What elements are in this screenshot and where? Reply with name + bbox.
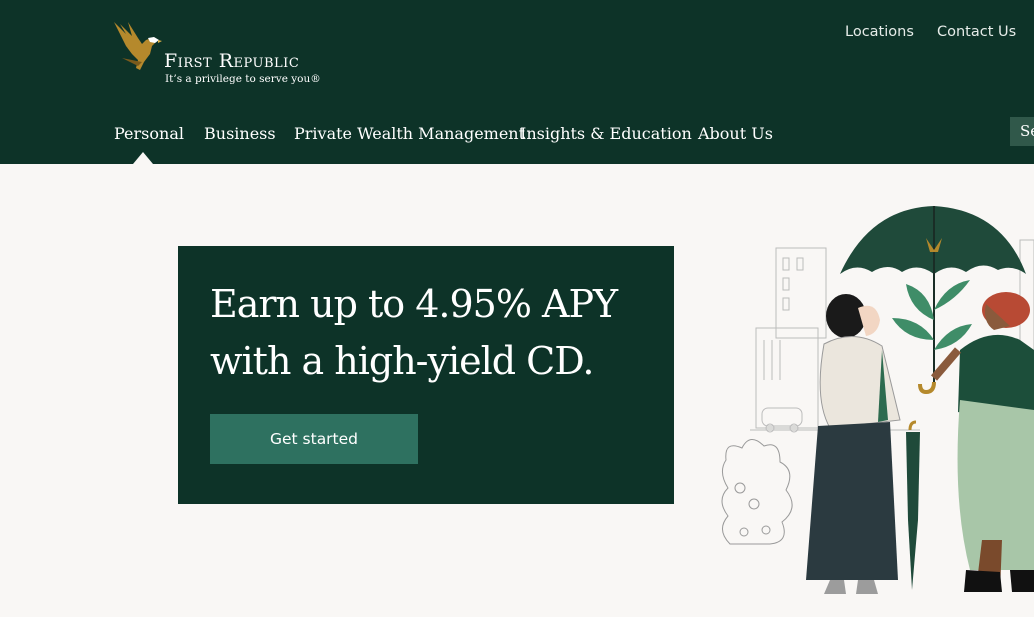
site-header: First Republic It’s a privilege to serve… <box>0 0 1034 164</box>
nav-personal[interactable]: Personal <box>114 124 184 143</box>
promo-headline: Earn up to 4.95% APY with a high-yield C… <box>210 282 618 383</box>
nav-about-us[interactable]: About Us <box>698 124 773 143</box>
nav-private-wealth-management[interactable]: Private Wealth Management <box>294 124 525 143</box>
left-woman <box>806 294 920 594</box>
eagle-icon <box>114 22 162 70</box>
active-nav-indicator <box>133 152 153 164</box>
plant-leaves <box>892 280 972 350</box>
brand-logo[interactable]: First Republic It’s a privilege to serve… <box>112 18 342 92</box>
brand-name: First Republic <box>164 50 300 72</box>
bush-sketch <box>721 439 793 545</box>
cd-promo-card: Earn up to 4.95% APY with a high-yield C… <box>178 246 674 504</box>
locations-link[interactable]: Locations <box>845 24 914 40</box>
nav-business[interactable]: Business <box>204 124 276 143</box>
brand-tagline: It’s a privilege to serve you® <box>165 73 321 85</box>
search-button[interactable]: Se <box>1010 117 1034 146</box>
get-started-button[interactable]: Get started <box>210 414 418 464</box>
contact-us-link[interactable]: Contact Us <box>937 24 1016 40</box>
nav-insights-education[interactable]: Insights & Education <box>520 124 692 143</box>
women-under-umbrella-illustration <box>720 200 1034 613</box>
